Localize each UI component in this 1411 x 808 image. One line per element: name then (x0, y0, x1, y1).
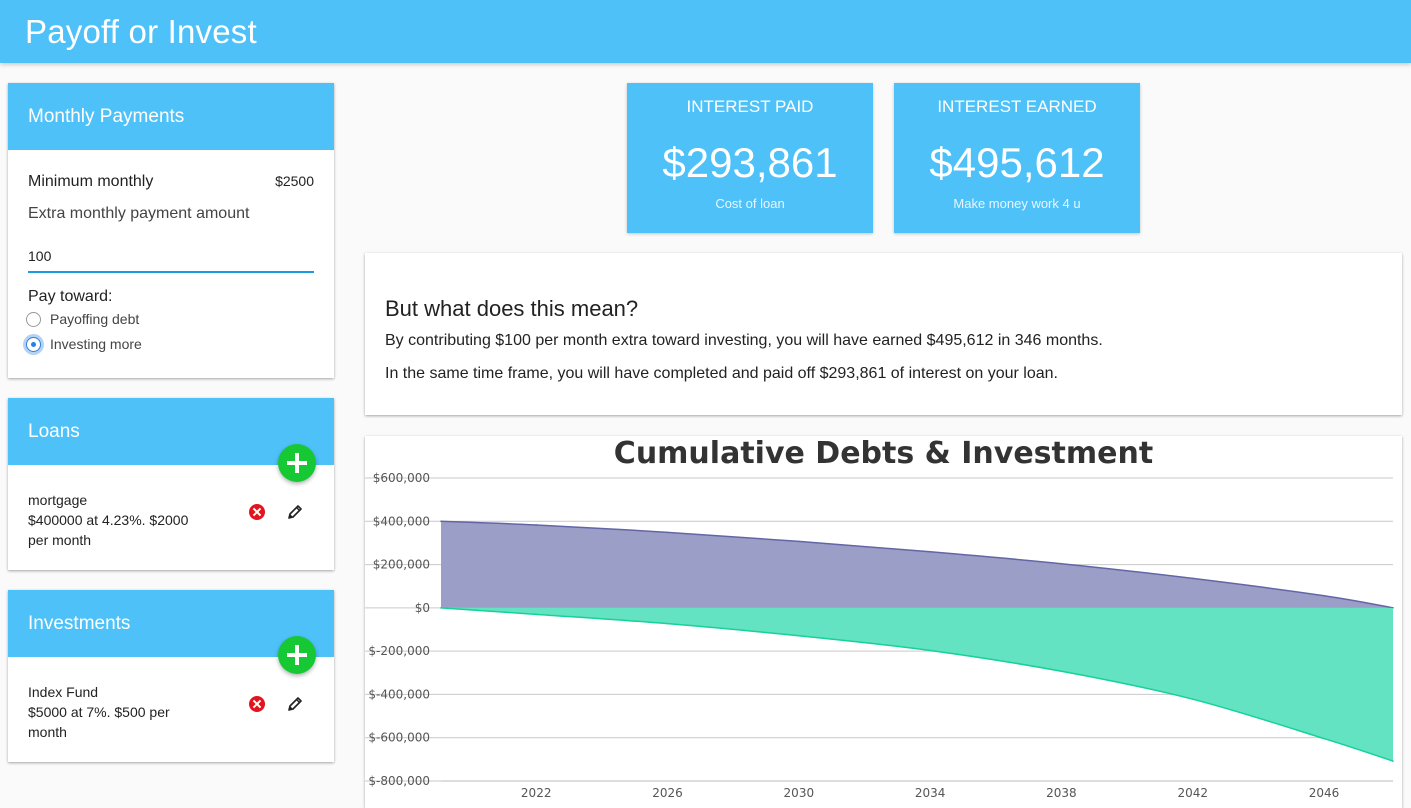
y-tick-label: $-800,000 (368, 774, 430, 788)
x-tick-label: 2030 (784, 786, 815, 800)
loan-item: mortgage $400000 at 4.23%. $2000 per mon… (28, 490, 188, 550)
monthly-payments-header: Monthly Payments (8, 83, 334, 150)
meaning-line-loan: In the same time frame, you will have co… (385, 365, 1058, 382)
y-tick-label: $400,000 (373, 514, 430, 528)
monthly-payments-card: Monthly Payments Minimum monthly $2500 E… (8, 83, 334, 378)
radio-button-selected[interactable] (26, 337, 41, 352)
x-tick-label: 2034 (915, 786, 946, 800)
investment-point (798, 634, 800, 637)
investment-point (666, 622, 669, 625)
x-tick-label: 2042 (1177, 786, 1208, 800)
investments-card: Investments Index Fund $5000 at 7%. $500… (8, 590, 334, 762)
edit-investment-icon[interactable] (286, 695, 304, 713)
y-tick-label: $-200,000 (368, 644, 430, 658)
loans-card: Loans mortgage $400000 at 4.23%. $2000 p… (8, 398, 334, 570)
interest-earned-title: INTEREST EARNED (937, 97, 1097, 116)
debt-point (1060, 562, 1063, 565)
interest-paid-value: $293,861 (662, 139, 838, 186)
loan-details: $400000 at 4.23%. $2000 (28, 512, 189, 528)
investment-point (1392, 760, 1394, 762)
investment-point (929, 649, 931, 652)
extra-payment-input[interactable] (28, 241, 314, 273)
y-tick-label: $600,000 (373, 471, 430, 485)
loan-name: mortgage (28, 492, 88, 508)
investment-name: Index Fund (28, 684, 99, 700)
investment-details-continued: month (28, 724, 67, 740)
interest-paid-card: INTEREST PAID $293,861 Cost of loan (627, 83, 873, 233)
interest-earned-value: $495,612 (929, 139, 1105, 186)
minimum-monthly-label: Minimum monthly (28, 173, 154, 190)
investment-point (1060, 670, 1063, 673)
investment-point (1191, 698, 1194, 700)
y-tick-label: $-400,000 (368, 687, 430, 701)
interest-earned-card: INTEREST EARNED $495,612 Make money work… (894, 83, 1140, 233)
debt-point (1191, 577, 1194, 580)
interest-paid-subtitle: Cost of loan (715, 196, 785, 211)
debt-point (798, 540, 800, 543)
radio-label: Investing more (50, 336, 142, 352)
debt-point (666, 531, 669, 534)
radio-button[interactable] (26, 312, 41, 327)
debt-point (929, 551, 931, 553)
app-header: Payoff or Invest (0, 0, 1411, 63)
meaning-card: But what does this mean? By contributing… (365, 253, 1402, 415)
debt-point (440, 520, 442, 523)
investments-title: Investments (28, 613, 131, 634)
cumulative-chart: $600,000 $400,000 $200,000 $0 $-200,000 $-400… (365, 471, 1394, 800)
chart-card: Cumulative Debts & Investment $600,000 $4… (365, 436, 1402, 808)
investment-point (440, 607, 442, 609)
minimum-monthly-value: $2500 (275, 173, 314, 189)
delete-investment-icon[interactable] (249, 696, 265, 712)
x-tick-label: 2026 (652, 786, 683, 800)
pay-toward-label: Pay toward: (28, 288, 113, 305)
x-tick-label: 2038 (1046, 786, 1077, 800)
add-investment-button[interactable] (278, 636, 316, 674)
investment-point (535, 613, 537, 616)
debt-point (535, 524, 537, 526)
x-tick-label: 2046 (1309, 786, 1340, 800)
loan-details-continued: per month (28, 532, 92, 548)
radio-label: Payoffing debt (50, 311, 140, 327)
edit-loan-icon[interactable] (286, 503, 304, 521)
y-tick-label: $200,000 (373, 558, 430, 572)
app-title: Payoff or Invest (25, 13, 257, 50)
y-tick-label: $0 (415, 601, 430, 615)
debt-point (1323, 594, 1325, 597)
add-loan-button[interactable] (278, 444, 316, 482)
investment-details: $5000 at 7%. $500 per (28, 704, 170, 720)
interest-paid-title: INTEREST PAID (686, 97, 814, 116)
investment-item: Index Fund $5000 at 7%. $500 per month (28, 682, 170, 742)
meaning-line-investing: By contributing $100 per month extra tow… (385, 332, 1103, 349)
y-tick-label: $-600,000 (368, 731, 430, 745)
x-tick-label: 2022 (521, 786, 552, 800)
meaning-heading: But what does this mean? (385, 296, 639, 321)
extra-payment-label: Extra monthly payment amount (28, 205, 250, 222)
interest-earned-subtitle: Make money work 4 u (953, 196, 1081, 211)
delete-loan-icon[interactable] (249, 504, 265, 520)
loans-title: Loans (28, 421, 80, 442)
investment-point (1323, 737, 1325, 740)
monthly-payments-title: Monthly Payments (28, 106, 185, 127)
